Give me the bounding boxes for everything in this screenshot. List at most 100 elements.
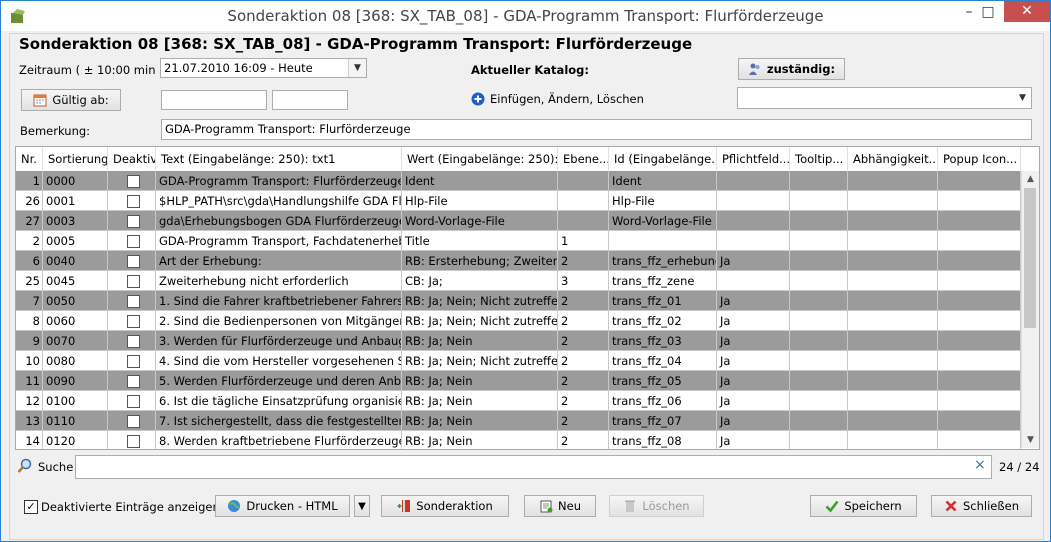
vertical-scrollbar[interactable]: ▲ ▼ — [1021, 171, 1039, 448]
cell-tooltip[interactable] — [790, 251, 848, 271]
cell-tooltip[interactable] — [790, 331, 848, 351]
column-header-nr[interactable]: Nr. — [16, 147, 43, 171]
table-row[interactable]: 8 0060 2. Sind die Bedienpersonen von Mitg… — [16, 311, 1021, 331]
cell-wert[interactable]: RB: Ja; Nein; Nicht zutreffend — [402, 291, 558, 311]
cell-id[interactable]: trans_ffz_zene — [609, 271, 717, 291]
column-header-abhaengigkeit[interactable]: Abhängigkeit... — [848, 147, 938, 171]
table-row[interactable]: 1 0000 GDA-Programm Transport: Flurförderz… — [16, 171, 1021, 191]
cell-nr[interactable]: 7 — [16, 291, 43, 311]
table-row[interactable]: 25 0045 Zweiterhebung nicht erforderlich CB… — [16, 271, 1021, 291]
cell-pflichtfeld[interactable] — [717, 211, 790, 231]
cell-popup-icon[interactable] — [938, 431, 1021, 449]
cell-pflichtfeld[interactable]: Ja — [717, 331, 790, 351]
cell-nr[interactable]: 6 — [16, 251, 43, 271]
cell-sortierung[interactable]: 0100 — [43, 391, 108, 411]
cell-nr[interactable]: 2 — [16, 231, 43, 251]
cell-sortierung[interactable]: 0050 — [43, 291, 108, 311]
cell-pflichtfeld[interactable] — [717, 171, 790, 191]
cell-sortierung[interactable]: 0080 — [43, 351, 108, 371]
cell-tooltip[interactable] — [790, 211, 848, 231]
cell-ebene[interactable]: 2 — [558, 291, 609, 311]
cell-abhaengigkeit[interactable] — [848, 411, 938, 431]
cell-text[interactable]: 7. Ist sichergestellt, dass die festgest… — [156, 411, 402, 431]
cell-text[interactable]: 6. Ist die tägliche Einsatzprüfung organ… — [156, 391, 402, 411]
cell-tooltip[interactable] — [790, 191, 848, 211]
cell-ebene[interactable] — [558, 171, 609, 191]
deaktiv-checkbox[interactable] — [127, 255, 140, 268]
cell-id[interactable]: Hlp-File — [609, 191, 717, 211]
column-header-tooltip[interactable]: Tooltip... — [790, 147, 848, 171]
deaktiv-checkbox[interactable] — [127, 175, 140, 188]
cell-text[interactable]: $HLP_PATH\src\gda\Handlungshilfe GDA Fl.… — [156, 191, 402, 211]
loeschen-button[interactable]: Löschen — [609, 495, 704, 517]
cell-sortierung[interactable]: 0060 — [43, 311, 108, 331]
einfuegen-link[interactable]: Einfügen, Ändern, Löschen — [471, 92, 644, 106]
table-row[interactable]: 2 0005 GDA-Programm Transport, Fachdatener… — [16, 231, 1021, 251]
cell-ebene[interactable]: 1 — [558, 231, 609, 251]
cell-tooltip[interactable] — [790, 371, 848, 391]
cell-wert[interactable]: CB: Ja; — [402, 271, 558, 291]
cell-pflichtfeld[interactable] — [717, 191, 790, 211]
cell-ebene[interactable]: 2 — [558, 411, 609, 431]
cell-nr[interactable]: 14 — [16, 431, 43, 449]
cell-pflichtfeld[interactable]: Ja — [717, 351, 790, 371]
cell-abhaengigkeit[interactable] — [848, 431, 938, 449]
cell-pflichtfeld[interactable]: Ja — [717, 251, 790, 271]
cell-popup-icon[interactable] — [938, 331, 1021, 351]
cell-sortierung[interactable]: 0090 — [43, 371, 108, 391]
cell-wert[interactable]: RB: Ja; Nein — [402, 411, 558, 431]
table-row[interactable]: 14 0120 8. Werden kraftbetriebene Flurförd… — [16, 431, 1021, 449]
gueltig-ab-button[interactable]: Gültig ab: — [21, 89, 121, 111]
table-row[interactable]: 9 0070 3. Werden für Flurförderzeuge und A… — [16, 331, 1021, 351]
cell-wert[interactable]: RB: Ja; Nein — [402, 391, 558, 411]
cell-popup-icon[interactable] — [938, 171, 1021, 191]
table-row[interactable]: 26 0001 $HLP_PATH\src\gda\Handlungshilfe G… — [16, 191, 1021, 211]
cell-sortierung[interactable]: 0045 — [43, 271, 108, 291]
deaktiv-checkbox[interactable] — [127, 415, 140, 428]
cell-id[interactable]: Ident — [609, 171, 717, 191]
cell-abhaengigkeit[interactable] — [848, 371, 938, 391]
column-header-sortierung[interactable]: Sortierung — [43, 147, 108, 171]
cell-popup-icon[interactable] — [938, 291, 1021, 311]
cell-text[interactable]: 4. Sind die vom Hersteller vorgesehenen … — [156, 351, 402, 371]
cell-popup-icon[interactable] — [938, 411, 1021, 431]
cell-id[interactable]: trans_ffz_01 — [609, 291, 717, 311]
print-options-button[interactable]: ▼ — [354, 495, 370, 517]
cell-ebene[interactable]: 2 — [558, 251, 609, 271]
cell-id[interactable]: Word-Vorlage-File — [609, 211, 717, 231]
cell-wert[interactable]: RB: Ersterhebung; Zweiterh... — [402, 251, 558, 271]
table-row[interactable]: 7 0050 1. Sind die Fahrer kraftbetriebener… — [16, 291, 1021, 311]
cell-text[interactable]: 2. Sind die Bedienpersonen von Mitgänger… — [156, 311, 402, 331]
clear-search-icon[interactable]: × — [974, 457, 986, 473]
cell-text[interactable]: Art der Erhebung: — [156, 251, 402, 271]
cell-ebene[interactable]: 2 — [558, 311, 609, 331]
cell-tooltip[interactable] — [790, 391, 848, 411]
cell-id[interactable]: trans_ffz_04 — [609, 351, 717, 371]
cell-pflichtfeld[interactable]: Ja — [717, 311, 790, 331]
cell-pflichtfeld[interactable]: Ja — [717, 291, 790, 311]
cell-tooltip[interactable] — [790, 271, 848, 291]
scroll-down-icon[interactable]: ▼ — [1022, 432, 1039, 448]
cell-pflichtfeld[interactable] — [717, 231, 790, 251]
katalog-select[interactable]: ▼ — [737, 87, 1032, 109]
cell-id[interactable]: trans_ffz_erhebung — [609, 251, 717, 271]
cell-ebene[interactable] — [558, 191, 609, 211]
cell-sortierung[interactable]: 0120 — [43, 431, 108, 449]
cell-popup-icon[interactable] — [938, 211, 1021, 231]
column-header-ebene[interactable]: Ebene... — [558, 147, 609, 171]
cell-id[interactable] — [609, 231, 717, 251]
cell-ebene[interactable]: 2 — [558, 331, 609, 351]
bemerkung-input[interactable]: GDA-Programm Transport: Flurförderzeuge — [161, 119, 1032, 140]
cell-nr[interactable]: 27 — [16, 211, 43, 231]
maximize-button[interactable]: □ — [973, 4, 1003, 26]
cell-wert[interactable]: RB: Ja; Nein — [402, 371, 558, 391]
cell-text[interactable]: Zweiterhebung nicht erforderlich — [156, 271, 402, 291]
cell-nr[interactable]: 9 — [16, 331, 43, 351]
cell-pflichtfeld[interactable]: Ja — [717, 371, 790, 391]
cell-sortierung[interactable]: 0003 — [43, 211, 108, 231]
cell-nr[interactable]: 10 — [16, 351, 43, 371]
deaktiv-checkbox[interactable] — [127, 435, 140, 448]
cell-wert[interactable]: RB: Ja; Nein; Nicht zutreffend — [402, 311, 558, 331]
cell-id[interactable]: trans_ffz_02 — [609, 311, 717, 331]
cell-id[interactable]: trans_ffz_08 — [609, 431, 717, 449]
